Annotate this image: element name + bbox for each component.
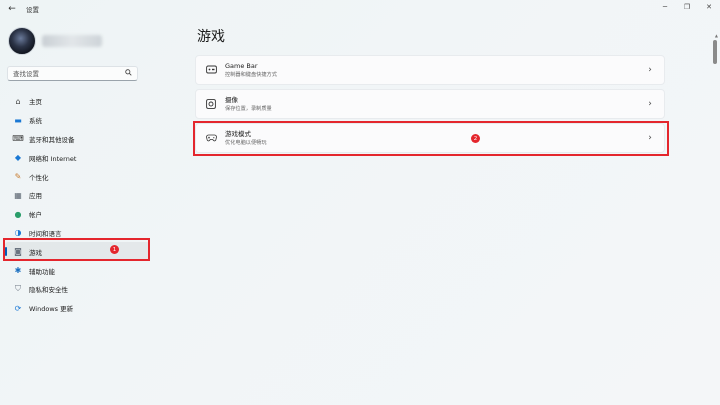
restore-icon: ❐ [683, 3, 691, 11]
system-icon: ▬ [14, 115, 22, 125]
search-input[interactable] [13, 69, 125, 78]
apps-icon: ▦ [14, 190, 22, 200]
search-icon[interactable] [125, 69, 132, 78]
sidebar-item[interactable]: ✱ 辅助功能 [5, 261, 150, 280]
time-language-icon: ◑ [14, 228, 22, 238]
sidebar-nav: ⌂ 主页 ▬ 系统 ⌨ 蓝牙和其他设备 ◆ 网络和 Internet ✎ 个性化 ▦ 应用 ● 帐户 ◑ 时间… [5, 92, 150, 318]
windows-update-icon: ⟳ [14, 303, 22, 313]
sidebar-item-label: 游戏 [29, 248, 42, 257]
page-title: 游戏 [197, 29, 225, 45]
blurred-username [42, 35, 102, 47]
sidebar-item-label: 时间和语言 [29, 229, 62, 238]
card-title: Game Bar [225, 61, 258, 70]
sidebar-item[interactable]: ▬ 系统 [5, 111, 150, 130]
avatar [8, 27, 36, 55]
accessibility-icon: ✱ [14, 266, 22, 276]
app-title: 设置 [26, 6, 39, 14]
search-box [7, 66, 138, 81]
sidebar-item-label: 蓝牙和其他设备 [29, 135, 75, 144]
chevron-right-icon: › [648, 65, 652, 75]
scroll-up-icon[interactable]: ▲ [715, 33, 718, 38]
accounts-icon: ● [14, 209, 22, 219]
bluetooth-devices-icon: ⌨ [12, 134, 24, 144]
sidebar-item-label: 系统 [29, 117, 42, 126]
close-icon: ✕ [706, 3, 712, 11]
back-button[interactable]: ← [2, 0, 22, 18]
card-subtitle: 保存位置，录制质量 [225, 105, 272, 112]
sidebar-item[interactable]: ⟳ Windows 更新 [5, 299, 150, 318]
sidebar-item-label: 网络和 Internet [29, 154, 77, 163]
sidebar-item[interactable]: ▦ 应用 [5, 186, 150, 205]
card-game-mode[interactable]: 游戏模式 优化电脑以便畅玩 › [195, 123, 665, 153]
sidebar-item-label: 个性化 [29, 173, 49, 182]
sidebar-item[interactable]: ◑ 时间和语言 [5, 224, 150, 243]
sidebar: ⌂ 主页 ▬ 系统 ⌨ 蓝牙和其他设备 ◆ 网络和 Internet ✎ 个性化 ▦ 应用 ● 帐户 ◑ 时间… [0, 18, 160, 405]
game-mode-icon [205, 132, 217, 144]
card-captures[interactable]: 摄像 保存位置，录制质量 › [195, 89, 665, 119]
game-bar-icon [205, 64, 217, 76]
sidebar-item-label: 主页 [29, 98, 42, 107]
captures-icon [205, 98, 217, 110]
close-button[interactable]: ✕ [698, 0, 720, 14]
sidebar-item[interactable]: ◙ 游戏 [5, 242, 150, 262]
sidebar-item[interactable]: ✎ 个性化 [5, 167, 150, 186]
chevron-right-icon: › [648, 99, 652, 109]
step-badge-2: 2 [471, 134, 480, 143]
personalization-icon: ✎ [14, 172, 22, 182]
step-badge-1: 1 [110, 245, 119, 254]
user-profile[interactable] [8, 27, 102, 55]
sidebar-item[interactable]: ⌂ 主页 [5, 92, 150, 111]
card-title: 游戏模式 [225, 129, 251, 138]
card-subtitle: 优化电脑以便畅玩 [225, 139, 267, 146]
gaming-icon: ◙ [14, 247, 22, 257]
network-icon: ◆ [14, 153, 22, 163]
maximize-button[interactable]: ❐ [676, 0, 698, 14]
sidebar-item-label: 辅助功能 [29, 267, 55, 276]
sidebar-item[interactable]: ● 帐户 [5, 205, 150, 224]
main-content: 游戏 Game Bar 控制器和键盘快捷方式 › 摄像 保存位置，录制质量 › … [195, 0, 675, 405]
chevron-right-icon: › [648, 133, 652, 143]
sidebar-item[interactable]: ⛉ 隐私和安全性 [5, 280, 150, 299]
scrollbar-thumb[interactable] [713, 40, 717, 64]
sidebar-item-label: 应用 [29, 192, 42, 201]
home-icon: ⌂ [15, 96, 21, 106]
back-arrow-icon: ← [8, 4, 16, 14]
sidebar-item[interactable]: ◆ 网络和 Internet [5, 148, 150, 167]
sidebar-item-label: 隐私和安全性 [29, 286, 68, 295]
sidebar-item[interactable]: ⌨ 蓝牙和其他设备 [5, 130, 150, 149]
sidebar-item-label: 帐户 [29, 211, 42, 220]
card-subtitle: 控制器和键盘快捷方式 [225, 71, 277, 78]
card-title: 摄像 [225, 95, 238, 104]
card-game-bar[interactable]: Game Bar 控制器和键盘快捷方式 › [195, 55, 665, 85]
sidebar-item-label: Windows 更新 [29, 305, 74, 314]
privacy-shield-icon: ⛉ [15, 284, 21, 294]
